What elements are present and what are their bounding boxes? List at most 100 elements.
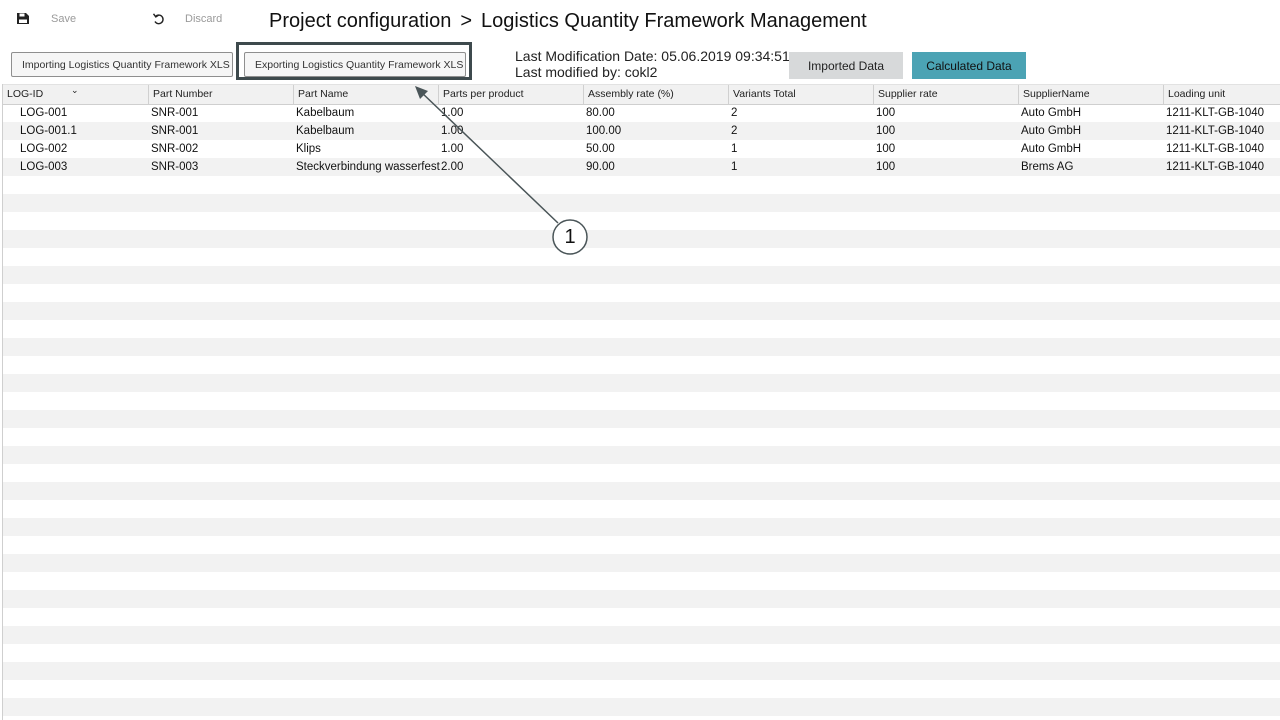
empty-row bbox=[3, 536, 1280, 554]
imported-data-button[interactable]: Imported Data bbox=[789, 52, 903, 79]
empty-row bbox=[3, 572, 1280, 590]
empty-row bbox=[3, 320, 1280, 338]
breadcrumb-current: Logistics Quantity Framework Management bbox=[481, 10, 867, 32]
table-cell: 1.00 bbox=[441, 143, 464, 155]
column-header[interactable]: Parts per product bbox=[438, 85, 583, 104]
empty-row bbox=[3, 338, 1280, 356]
table-cell: 50.00 bbox=[586, 143, 615, 155]
export-highlight-frame bbox=[236, 42, 472, 80]
column-header[interactable]: Supplier rate bbox=[873, 85, 1018, 104]
calculated-data-label: Calculated Data bbox=[926, 58, 1012, 73]
empty-row bbox=[3, 482, 1280, 500]
table-cell: 2 bbox=[731, 125, 738, 137]
table-cell: Steckverbindung wasserfest bbox=[296, 161, 440, 173]
empty-row bbox=[3, 194, 1280, 212]
save-button[interactable]: Save bbox=[16, 12, 76, 25]
table-cell: 1211-KLT-GB-1040 bbox=[1166, 143, 1265, 155]
table-cell: 1 bbox=[731, 161, 738, 173]
empty-row bbox=[3, 500, 1280, 518]
table-cell: 1.00 bbox=[441, 125, 464, 137]
table-cell: SNR-001 bbox=[151, 107, 199, 119]
table-cell: Klips bbox=[296, 143, 321, 155]
save-label: Save bbox=[51, 12, 77, 25]
table-cell: 1 bbox=[731, 143, 738, 155]
table-cell: 2.00 bbox=[441, 161, 464, 173]
calculated-data-button[interactable]: Calculated Data bbox=[912, 52, 1026, 79]
table-row[interactable]: LOG-001 SNR-001 Kabelbaum 1.00 80.00 2 100 Auto… bbox=[3, 104, 1280, 122]
table-cell: LOG-001 bbox=[20, 107, 68, 119]
table-cell: Brems AG bbox=[1021, 161, 1074, 173]
empty-row bbox=[3, 590, 1280, 608]
empty-row bbox=[3, 266, 1280, 284]
empty-row bbox=[3, 626, 1280, 644]
page-title: Project configuration > Logistics Quantity… bbox=[269, 10, 867, 33]
sort-descending-icon[interactable]: ⌄ bbox=[71, 85, 79, 96]
table-cell: SNR-003 bbox=[151, 161, 199, 173]
last-modification-date: Last Modification Date: 05.06.2019 09:34… bbox=[515, 48, 790, 64]
data-grid: LOG-ID Part Number Part Name Parts per prod… bbox=[2, 84, 1280, 720]
table-row[interactable]: LOG-002 SNR-002 Klips 1.00 50.00 1 100 Auto Gmb… bbox=[3, 140, 1280, 158]
empty-row bbox=[3, 410, 1280, 428]
table-cell: 80.00 bbox=[586, 107, 615, 119]
table-cell: 2 bbox=[731, 107, 738, 119]
table-cell: SNR-002 bbox=[151, 143, 199, 155]
table-cell: 100 bbox=[876, 107, 896, 119]
last-modified-by: Last modified by: cokl2 bbox=[515, 64, 658, 80]
import-xls-label: Importing Logistics Quantity Framework X… bbox=[22, 58, 230, 71]
empty-row bbox=[3, 644, 1280, 662]
table-row[interactable]: LOG-001.1 SNR-001 Kabelbaum 1.00 100.00 2 100 A… bbox=[3, 122, 1280, 140]
column-header[interactable]: Assembly rate (%) bbox=[583, 85, 728, 104]
table-cell: LOG-002 bbox=[20, 143, 68, 155]
grid-header: LOG-ID Part Number Part Name Parts per prod… bbox=[3, 84, 1280, 105]
table-cell: 1.00 bbox=[441, 107, 464, 119]
discard-button[interactable]: Discard bbox=[152, 12, 222, 26]
table-cell: LOG-001.1 bbox=[20, 125, 77, 137]
table-cell: Kabelbaum bbox=[296, 107, 355, 119]
empty-row bbox=[3, 284, 1280, 302]
table-cell: 100 bbox=[876, 125, 896, 137]
undo-icon bbox=[152, 13, 164, 25]
breadcrumb-root[interactable]: Project configuration bbox=[269, 10, 451, 32]
empty-row bbox=[3, 662, 1280, 680]
empty-row bbox=[3, 212, 1280, 230]
empty-row bbox=[3, 230, 1280, 248]
discard-label: Discard bbox=[185, 13, 223, 25]
table-cell: Auto GmbH bbox=[1021, 107, 1082, 119]
empty-row bbox=[3, 176, 1280, 194]
breadcrumb-separator: > bbox=[460, 10, 473, 32]
imported-data-label: Imported Data bbox=[807, 58, 885, 73]
table-cell: LOG-003 bbox=[20, 161, 68, 173]
column-header[interactable]: Variants Total bbox=[728, 85, 873, 104]
empty-row bbox=[3, 608, 1280, 626]
column-header[interactable]: Part Name bbox=[293, 85, 438, 104]
table-cell: Kabelbaum bbox=[296, 125, 355, 137]
column-header[interactable]: Loading unit bbox=[1163, 85, 1280, 104]
table-cell: 100.00 bbox=[586, 125, 622, 137]
table-cell: 1211-KLT-GB-1040 bbox=[1166, 107, 1265, 119]
column-header[interactable]: SupplierName bbox=[1018, 85, 1163, 104]
table-cell: Auto GmbH bbox=[1021, 143, 1082, 155]
table-cell: SNR-001 bbox=[151, 125, 199, 137]
table-cell: 1211-KLT-GB-1040 bbox=[1166, 125, 1265, 137]
callout-number: 1 bbox=[564, 226, 576, 248]
empty-row bbox=[3, 248, 1280, 266]
save-icon bbox=[17, 13, 29, 24]
table-cell: 1211-KLT-GB-1040 bbox=[1166, 161, 1265, 173]
table-row[interactable]: LOG-003 SNR-003 Steckverbindung wasserfest… bbox=[3, 158, 1280, 176]
import-xls-button[interactable]: Importing Logistics Quantity Framework X… bbox=[11, 52, 233, 77]
empty-row bbox=[3, 356, 1280, 374]
table-cell: 100 bbox=[876, 143, 896, 155]
empty-row bbox=[3, 680, 1280, 698]
column-header[interactable]: Part Number bbox=[148, 85, 293, 104]
empty-row bbox=[3, 518, 1280, 536]
table-cell: 90.00 bbox=[586, 161, 615, 173]
table-cell: 100 bbox=[876, 161, 896, 173]
empty-row bbox=[3, 374, 1280, 392]
grid-body: LOG-001 SNR-001 Kabelbaum 1.00 80.00 2 100 Auto… bbox=[3, 104, 1280, 716]
empty-row bbox=[3, 392, 1280, 410]
empty-row bbox=[3, 446, 1280, 464]
empty-row bbox=[3, 302, 1280, 320]
empty-row bbox=[3, 698, 1280, 716]
empty-row bbox=[3, 464, 1280, 482]
empty-row bbox=[3, 554, 1280, 572]
